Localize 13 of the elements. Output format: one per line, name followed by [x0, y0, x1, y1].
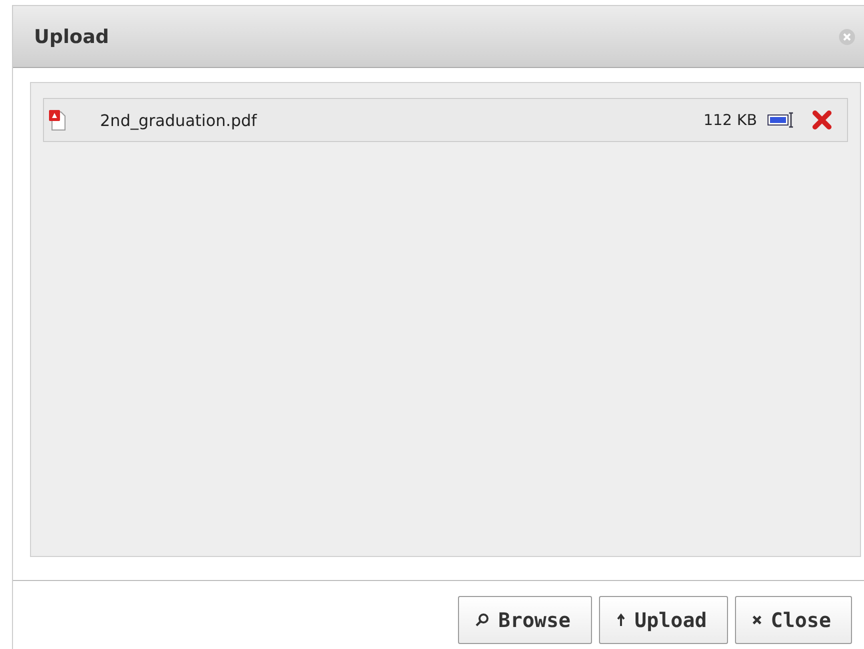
- search-icon: [475, 613, 490, 627]
- arrow-up-icon: [616, 613, 626, 627]
- close-icon: [752, 615, 762, 625]
- rename-icon[interactable]: [767, 111, 795, 129]
- file-name: 2nd_graduation.pdf: [100, 110, 258, 130]
- file-size: 112 KB: [703, 111, 757, 129]
- close-button[interactable]: Close: [734, 596, 852, 644]
- pdf-file-icon: [48, 109, 66, 131]
- dialog-title: Upload: [34, 26, 110, 48]
- browse-button[interactable]: Browse: [458, 596, 592, 644]
- delete-icon[interactable]: [811, 109, 833, 131]
- file-row[interactable]: 2nd_graduation.pdf 112 KB: [43, 98, 848, 142]
- upload-button[interactable]: Upload: [598, 596, 728, 644]
